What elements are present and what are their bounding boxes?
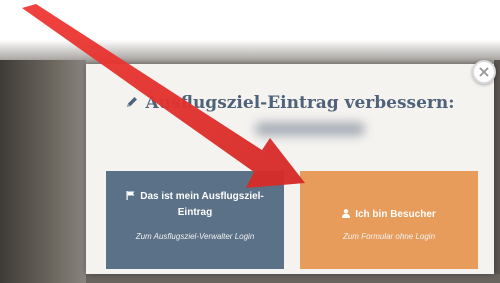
visitor-button-sublabel: Zum Formular ohne Login: [342, 232, 436, 241]
owner-login-button[interactable]: Das ist mein Ausflugsziel-Eintrag Zum Au…: [106, 171, 284, 269]
owner-button-label: Das ist mein Ausflugsziel-Eintrag: [140, 191, 264, 218]
visitor-form-button[interactable]: Ich bin Besucher Zum Formular ohne Login: [300, 171, 478, 269]
background-image-left: [0, 60, 86, 283]
visitor-button-label: Ich bin Besucher: [355, 209, 436, 220]
modal-title: Ausflugsziel-Eintrag verbessern:: [145, 93, 455, 113]
owner-button-main: Das ist mein Ausflugsziel-Eintrag: [118, 189, 272, 220]
pencil-icon: [125, 91, 139, 117]
visitor-button-main: Ich bin Besucher: [310, 207, 468, 223]
flag-icon: [126, 190, 135, 205]
user-icon: [342, 208, 351, 223]
modal-title-row: Ausflugsziel-Eintrag verbessern:: [86, 90, 494, 116]
blurred-subtitle: [255, 122, 365, 136]
background-image-right: [494, 60, 500, 283]
owner-button-sublabel: Zum Ausflugsziel-Verwalter Login: [135, 232, 255, 241]
close-icon[interactable]: ×: [472, 60, 496, 84]
background-image-bottom: [86, 274, 500, 283]
